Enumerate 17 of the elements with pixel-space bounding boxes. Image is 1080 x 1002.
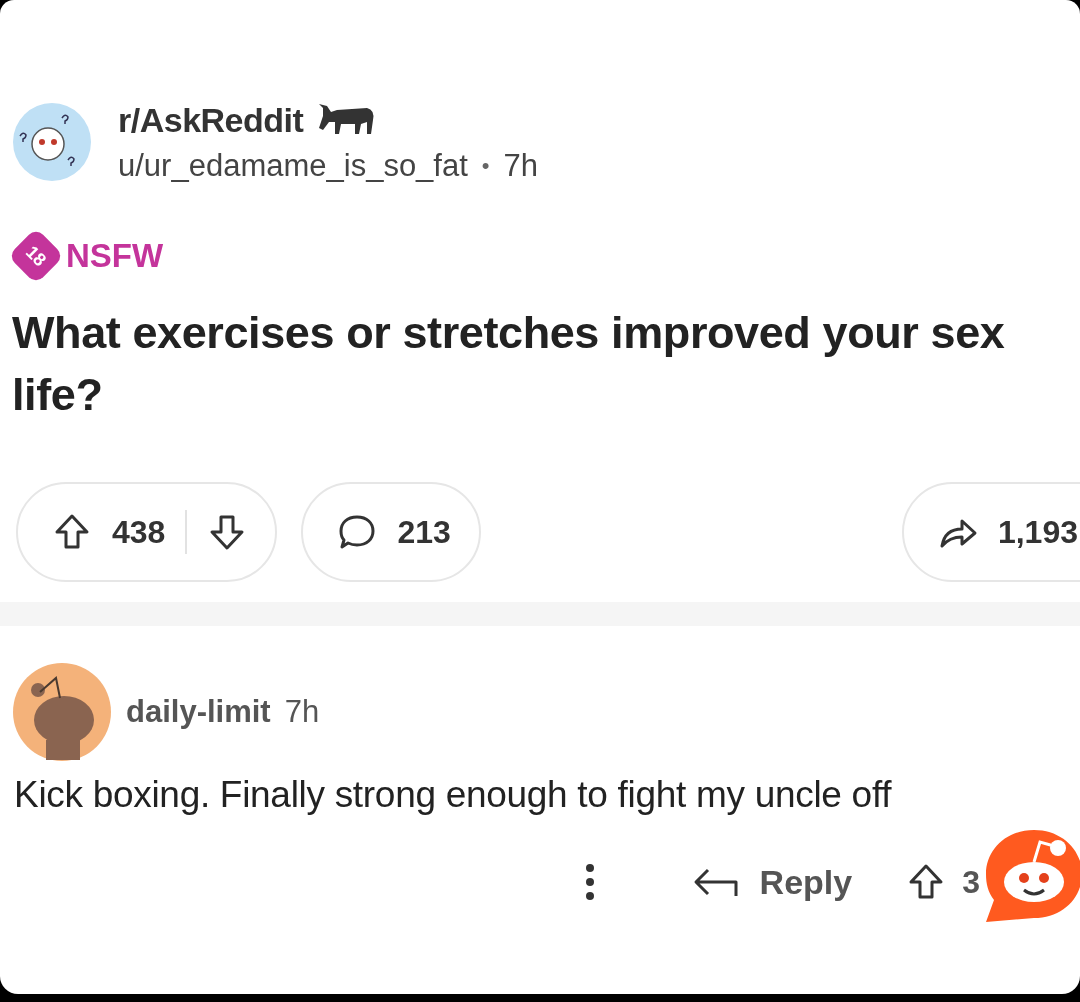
separator-dot: • <box>481 153 490 179</box>
subreddit-link[interactable]: r/AskReddit <box>118 100 304 140</box>
comments-button[interactable]: 213 <box>301 482 481 582</box>
comment-age: 7h <box>284 694 320 730</box>
user-avatar-icon <box>12 662 112 762</box>
comment-text: Kick boxing. Finally strong enough to fight my uncle off <box>13 773 893 816</box>
comment-author[interactable]: daily-limit <box>126 694 271 730</box>
vote-count: 3 <box>962 863 980 901</box>
username[interactable]: u/ur_edamame_is_so_fat <box>118 148 468 184</box>
reply-button[interactable]: Reply <box>691 862 853 902</box>
more-options-icon[interactable] <box>583 862 596 902</box>
post-title: What exercises or stretches improved your sex life? <box>11 306 1006 422</box>
post-age: 7h <box>503 148 538 184</box>
vote-count: 438 <box>112 513 166 551</box>
nsfw-label: NSFW <box>66 237 164 275</box>
subreddit-avatar-icon <box>12 102 92 182</box>
share-button[interactable]: 1,193 <box>901 482 1080 582</box>
